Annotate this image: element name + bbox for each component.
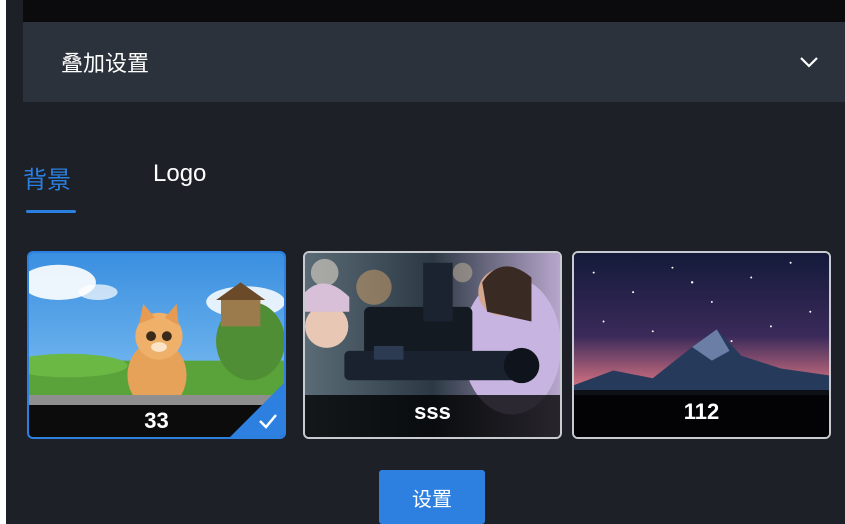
overlay-settings-panel: 叠加设置 背景 Logo 33 sss 112 xyxy=(6,0,845,524)
active-tab-indicator xyxy=(26,210,76,213)
set-background-button[interactable]: 设置 xyxy=(379,470,485,524)
tab-background[interactable]: 背景 xyxy=(23,160,71,195)
overlay-settings-header[interactable]: 叠加设置 xyxy=(23,22,845,102)
background-name: sss xyxy=(305,395,560,437)
background-name: 112 xyxy=(574,395,829,437)
background-card-sss[interactable]: sss xyxy=(303,251,562,439)
background-card-112[interactable]: 112 xyxy=(572,251,831,439)
selected-check-icon xyxy=(230,383,284,437)
background-gallery: 33 sss 112 xyxy=(27,251,833,441)
background-tabs: 背景 Logo xyxy=(23,150,523,220)
top-bar xyxy=(23,0,845,22)
section-title: 叠加设置 xyxy=(61,52,150,77)
chevron-down-icon[interactable] xyxy=(797,50,821,74)
background-card-33[interactable]: 33 xyxy=(27,251,286,439)
tab-logo[interactable]: Logo xyxy=(153,160,206,188)
